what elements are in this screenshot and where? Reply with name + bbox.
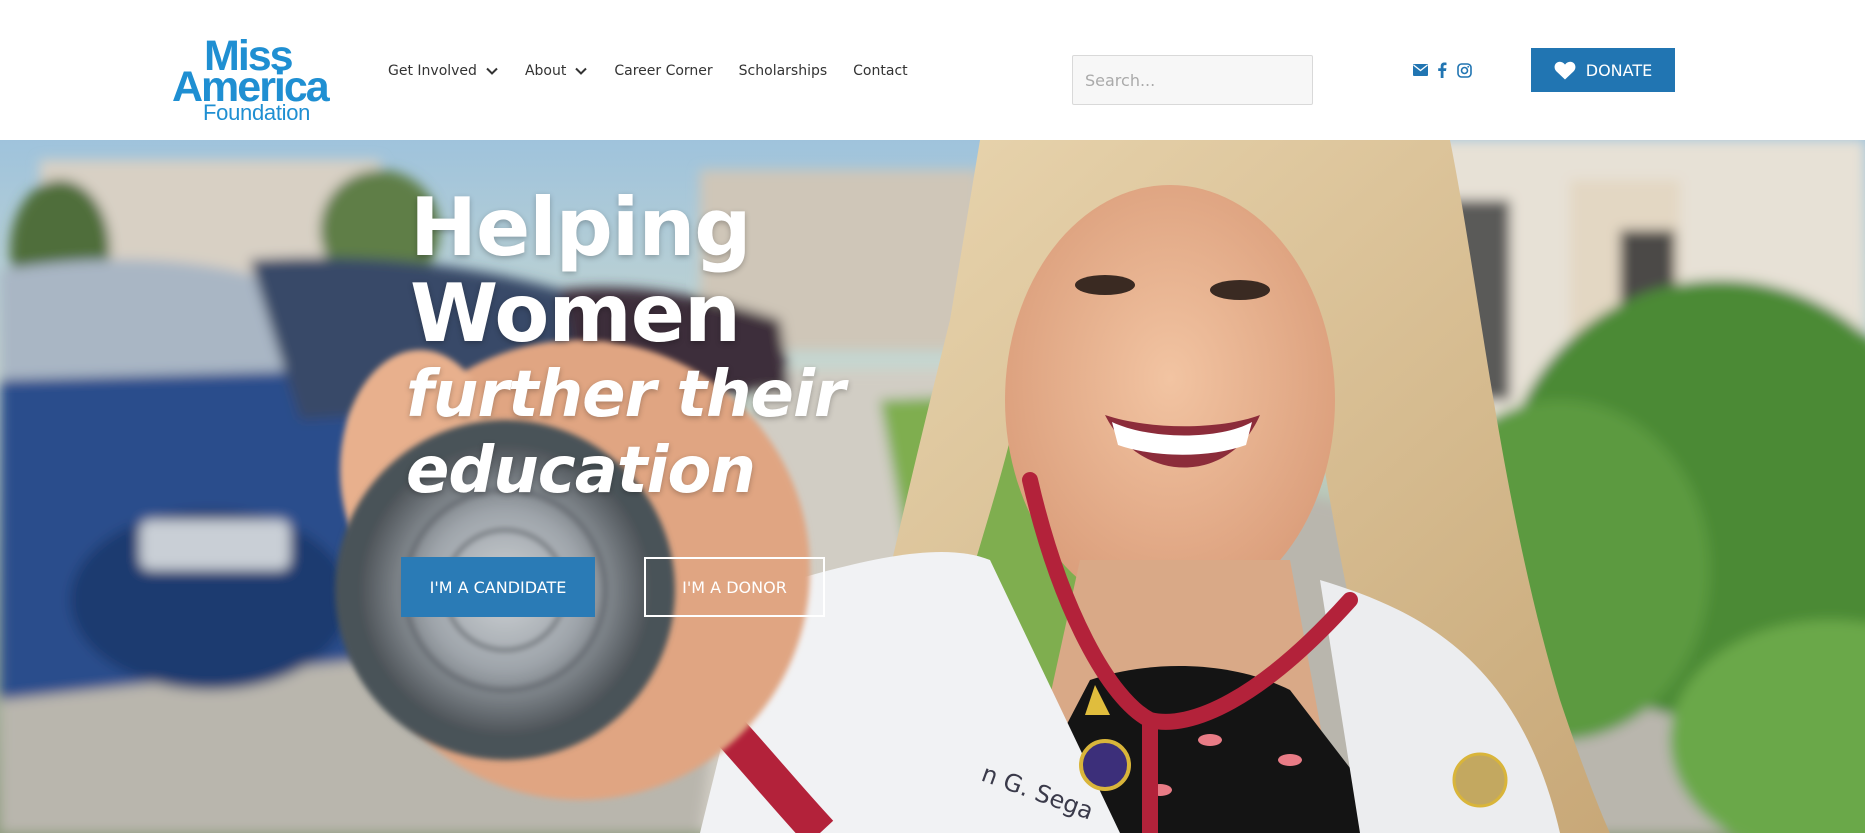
nav-item-get-involved[interactable]: Get Involved	[388, 63, 499, 79]
logo-line-foundation: Foundation	[203, 100, 311, 125]
hero-headline: Helping Women further their education	[406, 181, 845, 509]
donor-button[interactable]: I'M A DONOR	[644, 557, 825, 617]
hero-line-helping: Helping	[410, 181, 752, 274]
main-nav: Get Involved About Career Corner Scholar…	[388, 60, 908, 82]
nav-label-about: About	[524, 63, 567, 79]
miss-america-foundation-logo[interactable]: Miss America Foundation	[172, 35, 350, 126]
nav-label-career-corner: Career Corner	[614, 63, 713, 79]
nav-label-contact: Contact	[853, 63, 908, 79]
instagram-icon[interactable]	[1455, 61, 1473, 79]
nav-label-get-involved: Get Involved	[388, 63, 477, 79]
envelope-icon[interactable]	[1411, 61, 1429, 79]
search-input[interactable]	[1072, 55, 1313, 105]
nav-item-about[interactable]: About	[525, 63, 588, 79]
donate-label: DONATE	[1585, 60, 1653, 80]
nav-item-contact[interactable]: Contact	[853, 63, 907, 79]
candidate-button[interactable]: I'M A CANDIDATE	[401, 557, 595, 617]
chevron-down-icon	[574, 64, 588, 78]
hero-background-photo: n G. Sega	[0, 140, 1865, 833]
site-header: Miss America Foundation Get Involved Abo…	[0, 0, 1865, 140]
donate-button[interactable]: DONATE	[1531, 48, 1675, 92]
hero-banner: n G. Sega Helping Women further their ed…	[0, 140, 1865, 833]
nav-label-scholarships: Scholarships	[738, 63, 828, 79]
chevron-down-icon	[485, 64, 499, 78]
nav-item-scholarships[interactable]: Scholarships	[739, 63, 827, 79]
facebook-icon[interactable]	[1433, 61, 1451, 79]
heart-icon	[1554, 61, 1576, 79]
nav-item-career-corner[interactable]: Career Corner	[614, 63, 712, 79]
social-links	[1411, 59, 1477, 81]
hero-line-further-their: further their	[406, 358, 845, 432]
hero-line-education: education	[406, 434, 756, 508]
hero-line-women: Women	[410, 267, 741, 360]
